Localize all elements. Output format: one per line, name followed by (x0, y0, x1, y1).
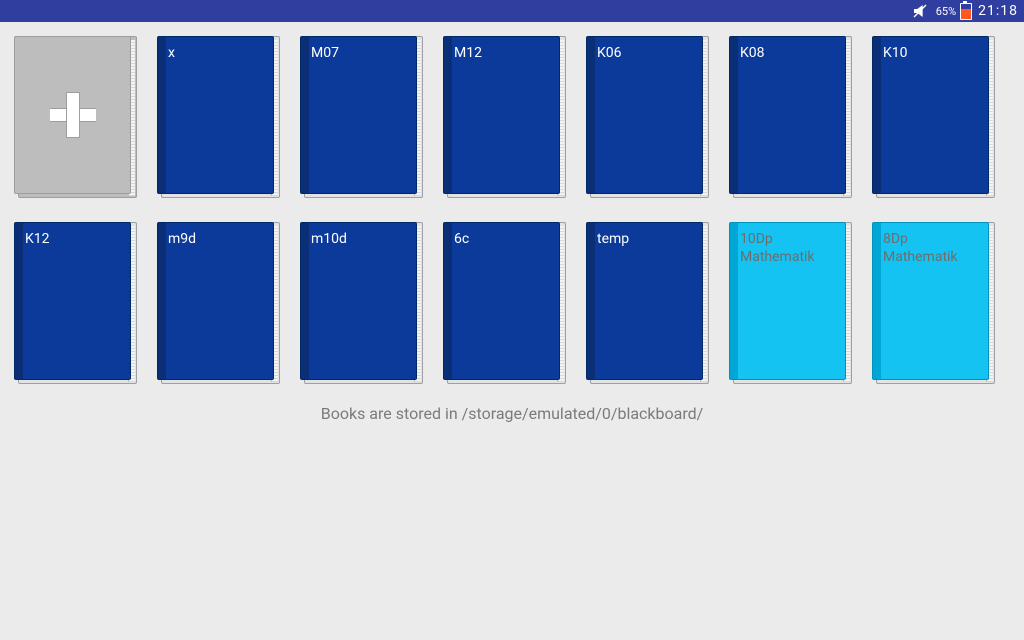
book-item[interactable]: m10d (300, 222, 423, 384)
book-title: 6c (454, 231, 469, 247)
book-title: m9d (168, 231, 196, 247)
book-item[interactable]: M12 (443, 36, 566, 198)
shelf-row: x M07 M12 K06 K08 K10 (14, 36, 1010, 198)
battery-percent: 65% (936, 5, 956, 18)
shelf-row: K12 m9d m10d 6c temp 10Dp Mathematik 8Dp… (14, 222, 1010, 384)
book-item[interactable]: 6c (443, 222, 566, 384)
plus-icon (50, 92, 96, 138)
book-title: temp (597, 231, 629, 247)
book-item[interactable]: K08 (729, 36, 852, 198)
book-title: K08 (740, 45, 765, 61)
book-item[interactable]: x (157, 36, 280, 198)
book-item[interactable]: K10 (872, 36, 995, 198)
book-item[interactable]: M07 (300, 36, 423, 198)
book-shelf: x M07 M12 K06 K08 K10 K12 m9d (0, 22, 1024, 427)
book-item[interactable]: 8Dp Mathematik (872, 222, 995, 384)
battery-icon (960, 3, 972, 20)
book-title: K12 (25, 231, 50, 247)
clock: 21:18 (978, 3, 1018, 19)
book-item[interactable]: K06 (586, 36, 709, 198)
book-item[interactable]: m9d (157, 222, 280, 384)
storage-path-message: Books are stored in /storage/emulated/0/… (14, 404, 1010, 423)
book-item[interactable]: 10Dp Mathematik (729, 222, 852, 384)
book-title: K06 (597, 45, 622, 61)
book-title: M12 (454, 45, 482, 61)
book-item[interactable]: K12 (14, 222, 137, 384)
book-title: K10 (883, 45, 908, 61)
add-book-button[interactable] (14, 36, 137, 198)
book-title: 8Dp Mathematik (883, 231, 958, 265)
book-title: M07 (311, 45, 339, 61)
book-title: 10Dp Mathematik (740, 231, 815, 265)
book-title: m10d (311, 231, 347, 247)
android-status-bar: 65% 21:18 (0, 0, 1024, 22)
book-item[interactable]: temp (586, 222, 709, 384)
mute-icon (912, 3, 928, 19)
book-title: x (168, 45, 175, 61)
